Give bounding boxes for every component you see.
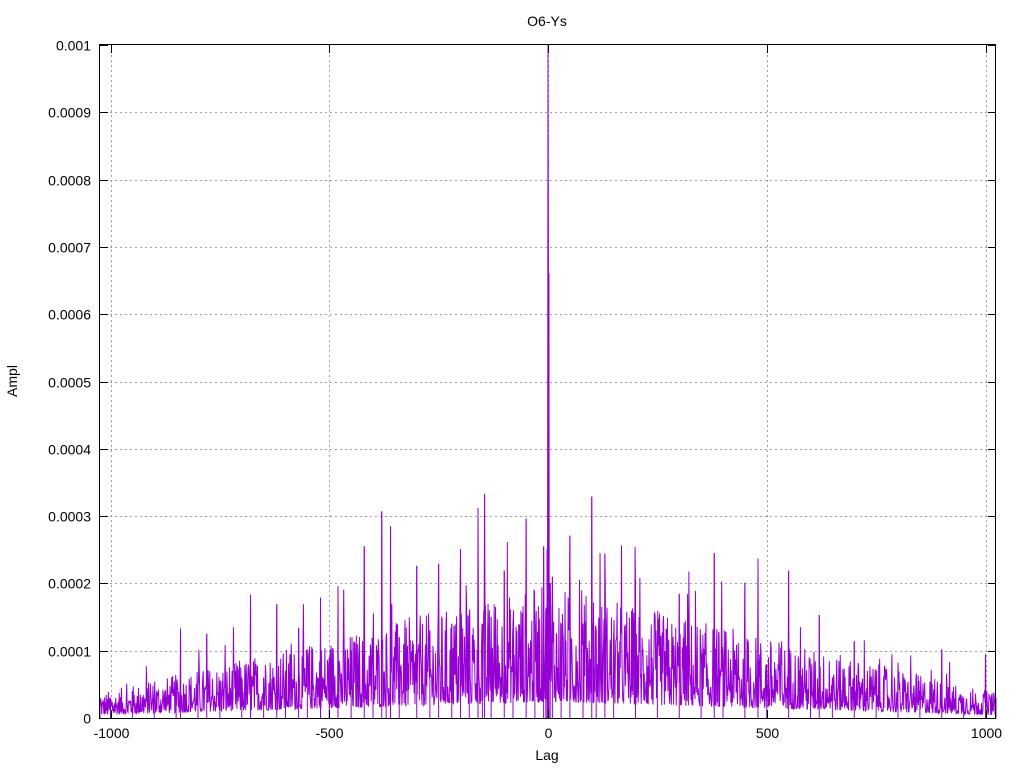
y-tick-label: 0.0008 [48, 173, 91, 189]
y-tick-label: 0.0004 [48, 442, 91, 458]
y-tick-label: 0.0002 [48, 576, 91, 592]
chart-title: O6-Ys [527, 13, 567, 29]
y-axis-label: Ampl [4, 365, 20, 397]
line-chart: 0 0.0001 0.0002 0.0003 0.0004 0.0005 0.0006 0.0… [4, 13, 1002, 763]
y-tick-label: 0.0006 [48, 307, 91, 323]
x-axis-label: Lag [535, 747, 558, 763]
series-layer [99, 44, 997, 718]
y-tick-label: 0.0001 [48, 644, 91, 660]
x-tick-label: 0 [545, 725, 553, 741]
chart-container: 0 0.0001 0.0002 0.0003 0.0004 0.0005 0.0006 0.0… [0, 0, 1024, 768]
y-tick-label: 0.0005 [48, 375, 91, 391]
x-tick-label: -500 [315, 725, 343, 741]
y-tick-label: 0.0009 [48, 105, 91, 121]
x-tick-label: -1000 [94, 725, 130, 741]
y-tick-label: 0.001 [56, 38, 91, 54]
y-tick-label: 0 [83, 711, 91, 727]
y-tick-label: 0.0007 [48, 240, 91, 256]
x-tick-label: 1000 [971, 725, 1002, 741]
y-tick-label: 0.0003 [48, 509, 91, 525]
x-tick-label: 500 [756, 725, 780, 741]
